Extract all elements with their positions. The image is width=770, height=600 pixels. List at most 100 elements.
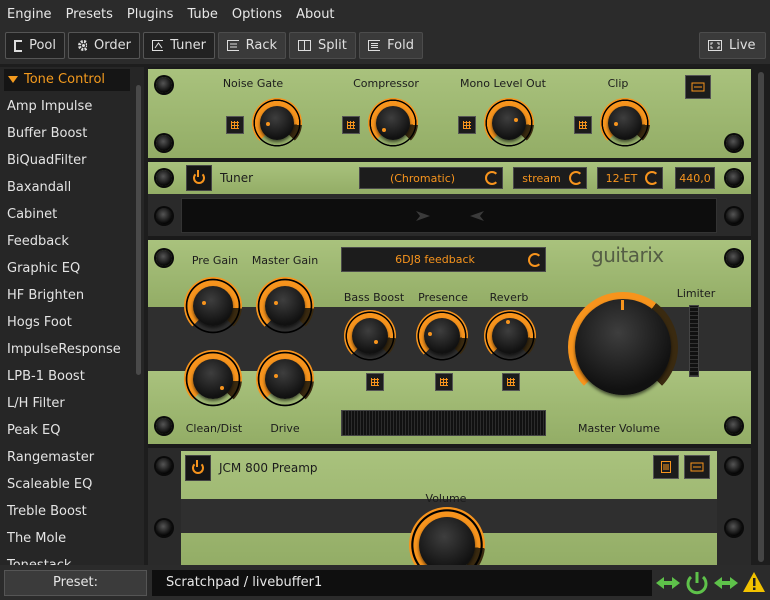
sidebar-item[interactable]: Cabinet bbox=[0, 201, 144, 228]
tuner-mode-select[interactable]: (Chromatic) bbox=[359, 167, 503, 189]
sidebar-item[interactable]: Peak EQ bbox=[0, 417, 144, 444]
menu-bar: Engine Presets Plugins Tube Options Abou… bbox=[0, 0, 770, 28]
fold-button[interactable]: Fold bbox=[359, 32, 423, 59]
engine-power-icon[interactable] bbox=[684, 571, 710, 595]
pool-icon bbox=[14, 39, 23, 52]
sidebar-item[interactable]: BiQuadFilter bbox=[0, 147, 144, 174]
sidebar-item[interactable]: Baxandall bbox=[0, 174, 144, 201]
menu-tube[interactable]: Tube bbox=[180, 7, 224, 22]
sidebar-item[interactable]: Tonestack bbox=[0, 552, 144, 565]
clean-dist-knob[interactable] bbox=[184, 350, 242, 408]
order-label: Order bbox=[94, 38, 131, 53]
clip-label: Clip bbox=[607, 77, 629, 90]
split-icon bbox=[298, 40, 311, 51]
menu-presets[interactable]: Presets bbox=[59, 7, 120, 22]
drive-label: Drive bbox=[270, 422, 300, 435]
compressor-knob[interactable] bbox=[368, 98, 418, 148]
menu-plugins[interactable]: Plugins bbox=[120, 7, 181, 22]
sidebar-item[interactable]: Graphic EQ bbox=[0, 255, 144, 282]
master-volume-knob[interactable] bbox=[568, 292, 678, 402]
sidebar-item[interactable]: Feedback bbox=[0, 228, 144, 255]
screw-icon bbox=[726, 458, 742, 474]
amp-panel: Pre Gain Master Gain 6DJ8 feedback guita… bbox=[148, 240, 751, 444]
presence-knob[interactable] bbox=[416, 310, 468, 362]
tuner-temperament-select[interactable]: 12-ET bbox=[597, 167, 663, 189]
preamp-title: JCM 800 Preamp bbox=[219, 461, 318, 475]
preamp-faceplate: JCM 800 Preamp Volume bbox=[181, 451, 717, 565]
tuner-arrows-icon bbox=[416, 211, 484, 221]
drive-knob[interactable] bbox=[256, 350, 314, 408]
split-button[interactable]: Split bbox=[289, 32, 356, 59]
screw-icon bbox=[156, 520, 172, 536]
rack-scrollbar[interactable] bbox=[752, 67, 770, 565]
sidebar-item[interactable]: Treble Boost bbox=[0, 498, 144, 525]
live-button[interactable]: Live bbox=[699, 32, 766, 59]
fullscreen-icon bbox=[708, 40, 722, 51]
tuner-icon bbox=[152, 40, 164, 51]
sidebar-item[interactable]: Rangemaster bbox=[0, 444, 144, 471]
sidebar-item[interactable]: Buffer Boost bbox=[0, 120, 144, 147]
mono-level-toggle[interactable] bbox=[458, 116, 476, 134]
order-button[interactable]: Order bbox=[68, 32, 140, 59]
screw-icon bbox=[726, 418, 742, 434]
bass-boost-knob[interactable] bbox=[344, 310, 396, 362]
sidebar-item[interactable]: Amp Impulse bbox=[0, 93, 144, 120]
clip-toggle[interactable] bbox=[574, 116, 592, 134]
screw-icon bbox=[156, 77, 172, 93]
cycle-icon bbox=[569, 171, 583, 185]
preamp-power-button[interactable] bbox=[185, 455, 211, 481]
power-icon bbox=[192, 460, 204, 474]
limiter-meter bbox=[689, 305, 699, 377]
sidebar-item[interactable]: Hogs Foot bbox=[0, 309, 144, 336]
preset-file-button[interactable] bbox=[653, 455, 679, 479]
preamp-panel: JCM 800 Preamp Volume bbox=[148, 448, 751, 565]
sidebar-item[interactable]: L/H Filter bbox=[0, 390, 144, 417]
tuner-power-button[interactable] bbox=[186, 165, 212, 191]
sidebar-item[interactable]: LPB-1 Boost bbox=[0, 363, 144, 390]
plugin-menu-button[interactable] bbox=[685, 75, 711, 99]
tube-model-select[interactable]: 6DJ8 feedback bbox=[341, 247, 546, 272]
reverb-knob[interactable] bbox=[484, 310, 536, 362]
pre-gain-knob[interactable] bbox=[184, 277, 242, 335]
tuner-panel: Tuner (Chromatic) stream 12-ET 440,0 bbox=[148, 162, 751, 194]
toolbar: Pool Order Tuner Rack Split Fold Live bbox=[0, 28, 770, 64]
cycle-icon bbox=[528, 252, 542, 267]
sidebar-item[interactable]: The Mole bbox=[0, 525, 144, 552]
tuner-source-select[interactable]: stream bbox=[513, 167, 587, 189]
guitarix-logo: guitarix bbox=[591, 243, 664, 267]
clip-knob[interactable] bbox=[600, 98, 650, 148]
tuner-button[interactable]: Tuner bbox=[143, 32, 215, 59]
expand-arrow-icon bbox=[8, 76, 18, 83]
presence-toggle[interactable] bbox=[435, 373, 453, 391]
noise-gate-knob[interactable] bbox=[252, 98, 302, 148]
menu-options[interactable]: Options bbox=[225, 7, 289, 22]
pre-gain-label: Pre Gain bbox=[191, 254, 239, 267]
tuner-reference-field[interactable]: 440,0 bbox=[675, 167, 715, 189]
warning-icon[interactable] bbox=[742, 571, 766, 593]
bass-boost-toggle[interactable] bbox=[366, 373, 384, 391]
sidebar-scrollbar[interactable] bbox=[136, 85, 141, 375]
rack-button[interactable]: Rack bbox=[218, 32, 286, 59]
screw-icon bbox=[156, 418, 172, 434]
cycle-icon bbox=[485, 171, 499, 185]
rack-icon bbox=[227, 40, 239, 51]
sidebar-item[interactable]: Scaleable EQ bbox=[0, 471, 144, 498]
mono-level-out-knob[interactable] bbox=[484, 98, 534, 148]
pool-button[interactable]: Pool bbox=[5, 32, 65, 59]
menu-engine[interactable]: Engine bbox=[0, 7, 59, 22]
screw-icon bbox=[156, 250, 172, 266]
preset-button[interactable]: Preset: bbox=[4, 570, 147, 596]
compressor-toggle[interactable] bbox=[342, 116, 360, 134]
sidebar-item[interactable]: ImpulseResponse bbox=[0, 336, 144, 363]
level-meter bbox=[341, 410, 546, 436]
screw-icon bbox=[726, 250, 742, 266]
connection-icon bbox=[656, 577, 680, 589]
category-tone-control[interactable]: Tone Control bbox=[4, 69, 130, 91]
master-gain-knob[interactable] bbox=[256, 277, 314, 335]
status-bar: Preset: Scratchpad / livebuffer1 bbox=[0, 565, 770, 600]
menu-about[interactable]: About bbox=[289, 7, 341, 22]
sidebar-item[interactable]: HF Brighten bbox=[0, 282, 144, 309]
noise-gate-toggle[interactable] bbox=[226, 116, 244, 134]
plugin-menu-button[interactable] bbox=[684, 455, 710, 479]
reverb-toggle[interactable] bbox=[502, 373, 520, 391]
